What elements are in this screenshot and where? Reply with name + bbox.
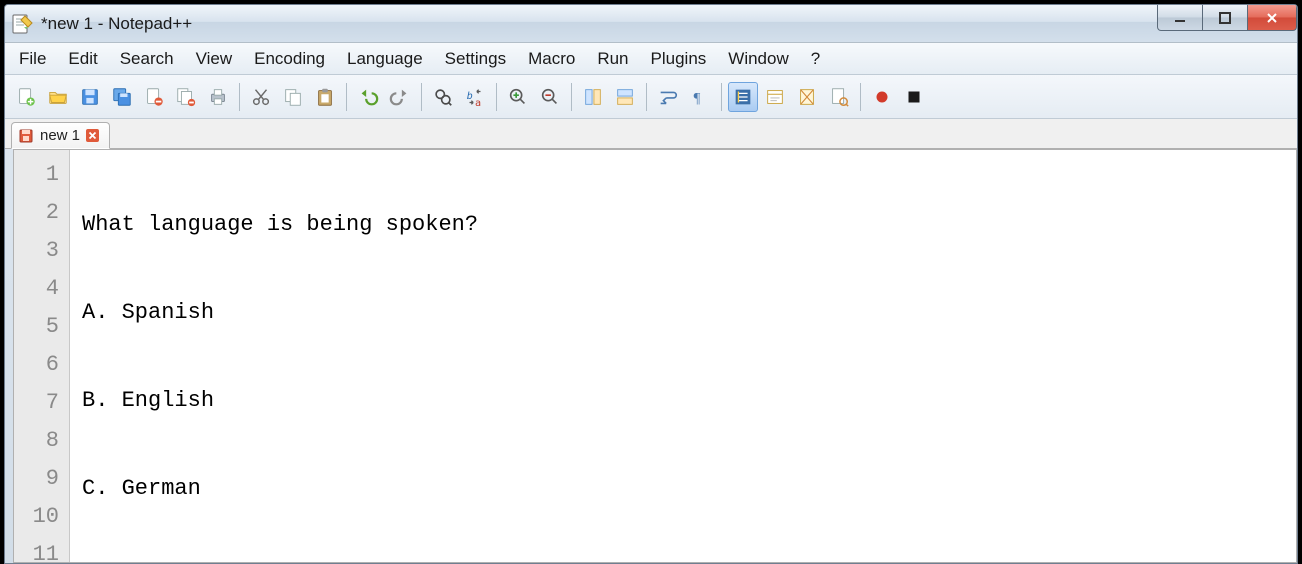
record-macro-icon[interactable] bbox=[867, 82, 897, 112]
app-icon bbox=[9, 11, 35, 37]
app-window: *new 1 - Notepad++ File Edit Search View… bbox=[4, 4, 1298, 564]
show-ws-icon[interactable]: ¶ bbox=[685, 82, 715, 112]
code-area[interactable]: What language is being spoken? A. Spanis… bbox=[70, 150, 1296, 562]
window-title: *new 1 - Notepad++ bbox=[41, 14, 192, 34]
stop-macro-icon[interactable] bbox=[899, 82, 929, 112]
doc-map-icon[interactable] bbox=[792, 82, 822, 112]
line-number: 3 bbox=[14, 232, 69, 270]
code-line: B. English bbox=[82, 382, 1296, 420]
menu-run[interactable]: Run bbox=[587, 45, 640, 73]
code-line: D. French bbox=[82, 558, 1296, 564]
function-list-icon[interactable] bbox=[824, 82, 854, 112]
line-number: 4 bbox=[14, 270, 69, 308]
redo-icon[interactable] bbox=[385, 82, 415, 112]
wrap-icon[interactable] bbox=[653, 82, 683, 112]
toolbar-separator bbox=[860, 83, 861, 111]
code-line: C. German bbox=[82, 470, 1296, 508]
line-number: 11 bbox=[14, 536, 69, 564]
svg-text:b: b bbox=[467, 90, 473, 101]
toolbar: ba ¶ bbox=[5, 75, 1297, 119]
line-number: 9 bbox=[14, 460, 69, 498]
line-number: 7 bbox=[14, 384, 69, 422]
cut-icon[interactable] bbox=[246, 82, 276, 112]
toolbar-separator bbox=[421, 83, 422, 111]
sync-v-icon[interactable] bbox=[578, 82, 608, 112]
close-button[interactable] bbox=[1247, 5, 1297, 31]
open-file-icon[interactable] bbox=[43, 82, 73, 112]
editor[interactable]: 1 2 3 4 5 6 7 8 9 10 11 What language is… bbox=[13, 149, 1297, 563]
menu-view[interactable]: View bbox=[186, 45, 245, 73]
tab-bar: new 1 bbox=[5, 119, 1297, 149]
toolbar-separator bbox=[646, 83, 647, 111]
toolbar-separator bbox=[239, 83, 240, 111]
menu-bar: File Edit Search View Encoding Language … bbox=[5, 43, 1297, 75]
print-icon[interactable] bbox=[203, 82, 233, 112]
menu-settings[interactable]: Settings bbox=[435, 45, 518, 73]
tab-document[interactable]: new 1 bbox=[11, 122, 110, 149]
line-number: 1 bbox=[14, 156, 69, 194]
toolbar-separator bbox=[571, 83, 572, 111]
menu-edit[interactable]: Edit bbox=[58, 45, 109, 73]
zoom-in-icon[interactable] bbox=[503, 82, 533, 112]
code-line: A. Spanish bbox=[82, 294, 1296, 332]
menu-macro[interactable]: Macro bbox=[518, 45, 587, 73]
save-all-icon[interactable] bbox=[107, 82, 137, 112]
title-bar: *new 1 - Notepad++ bbox=[5, 5, 1297, 43]
undo-icon[interactable] bbox=[353, 82, 383, 112]
replace-icon[interactable]: ba bbox=[460, 82, 490, 112]
menu-window[interactable]: Window bbox=[718, 45, 800, 73]
close-file-icon[interactable] bbox=[139, 82, 169, 112]
menu-plugins[interactable]: Plugins bbox=[641, 45, 719, 73]
new-file-icon[interactable] bbox=[11, 82, 41, 112]
svg-text:a: a bbox=[475, 98, 481, 108]
menu-help[interactable]: ? bbox=[801, 45, 832, 73]
toolbar-separator bbox=[496, 83, 497, 111]
tab-close-icon[interactable] bbox=[86, 129, 99, 142]
line-number: 2 bbox=[14, 194, 69, 232]
maximize-button[interactable] bbox=[1202, 5, 1248, 31]
menu-search[interactable]: Search bbox=[110, 45, 186, 73]
find-icon[interactable] bbox=[428, 82, 458, 112]
user-lang-icon[interactable] bbox=[760, 82, 790, 112]
copy-icon[interactable] bbox=[278, 82, 308, 112]
zoom-out-icon[interactable] bbox=[535, 82, 565, 112]
window-controls bbox=[1158, 5, 1297, 31]
save-icon[interactable] bbox=[75, 82, 105, 112]
menu-encoding[interactable]: Encoding bbox=[244, 45, 337, 73]
line-number: 6 bbox=[14, 346, 69, 384]
tab-label: new 1 bbox=[40, 127, 80, 144]
paste-icon[interactable] bbox=[310, 82, 340, 112]
sync-h-icon[interactable] bbox=[610, 82, 640, 112]
toolbar-separator bbox=[721, 83, 722, 111]
svg-text:¶: ¶ bbox=[694, 90, 701, 106]
line-number: 5 bbox=[14, 308, 69, 346]
close-all-icon[interactable] bbox=[171, 82, 201, 112]
menu-file[interactable]: File bbox=[9, 45, 58, 73]
toolbar-separator bbox=[346, 83, 347, 111]
menu-language[interactable]: Language bbox=[337, 45, 435, 73]
minimize-button[interactable] bbox=[1157, 5, 1203, 31]
line-number: 8 bbox=[14, 422, 69, 460]
line-number-gutter: 1 2 3 4 5 6 7 8 9 10 11 bbox=[14, 150, 70, 562]
unsaved-file-icon bbox=[18, 128, 34, 144]
line-number: 10 bbox=[14, 498, 69, 536]
indent-guide-icon[interactable] bbox=[728, 82, 758, 112]
code-line: What language is being spoken? bbox=[82, 206, 1296, 244]
